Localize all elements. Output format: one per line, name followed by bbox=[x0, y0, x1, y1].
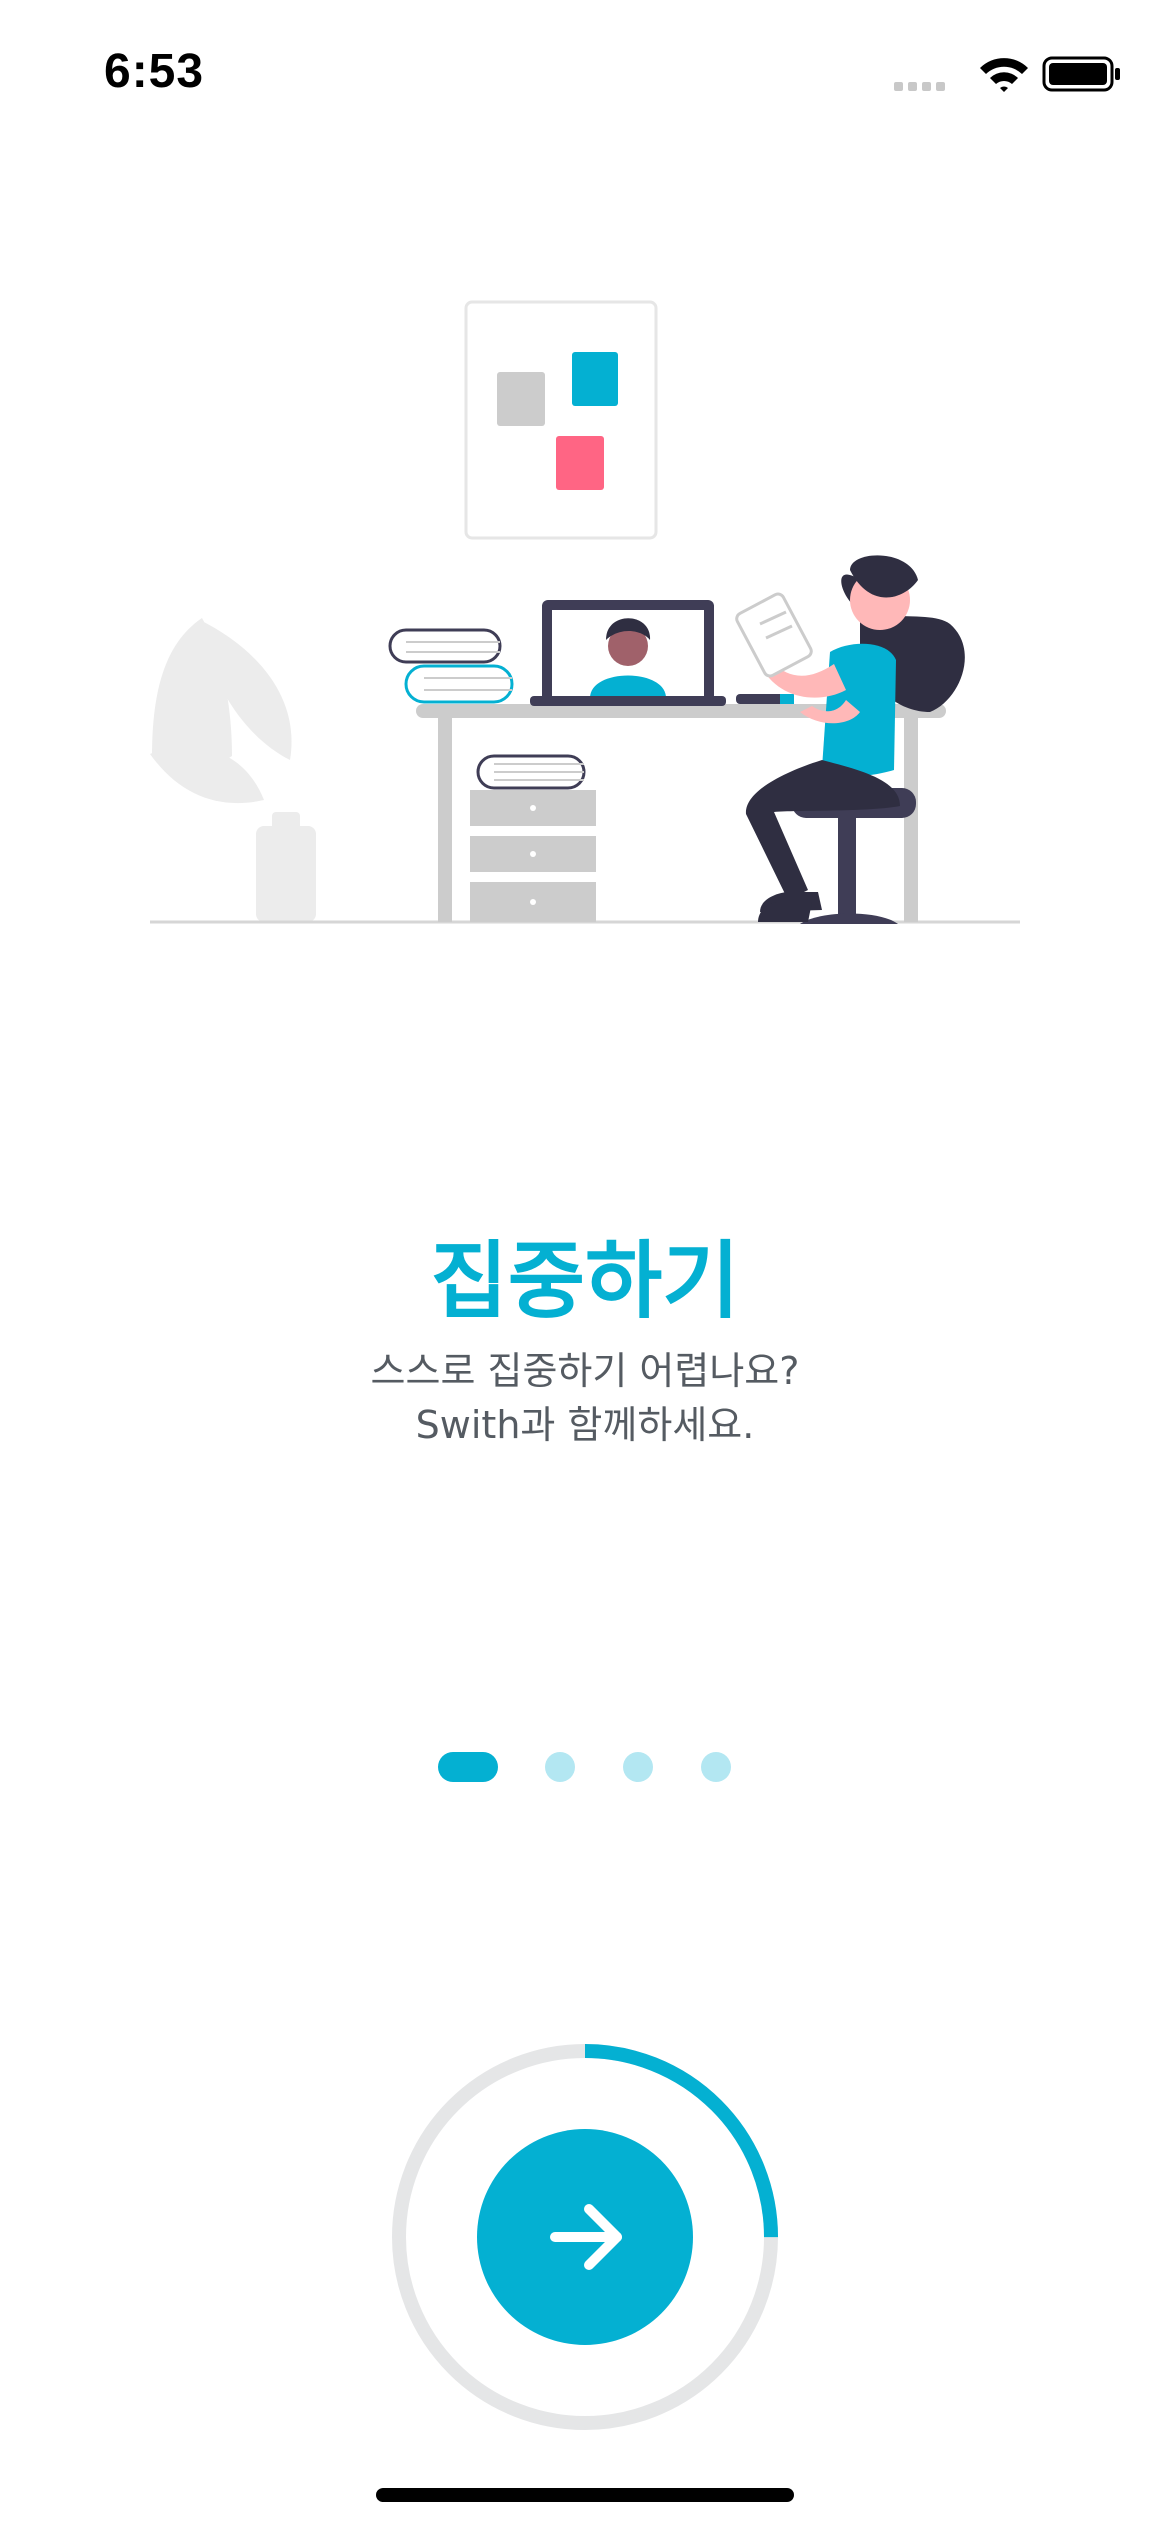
next-button-container bbox=[390, 2042, 780, 2432]
page-dot-3[interactable] bbox=[623, 1752, 653, 1782]
page-dot-1-active[interactable] bbox=[438, 1752, 498, 1782]
laptop bbox=[530, 600, 726, 706]
page-dot-2[interactable] bbox=[545, 1752, 575, 1782]
page-indicator bbox=[0, 1752, 1170, 1786]
desk-illustration bbox=[150, 300, 1020, 924]
next-button[interactable] bbox=[477, 2129, 693, 2345]
books-drawer bbox=[476, 754, 586, 790]
plant bbox=[150, 618, 316, 922]
arrow-right-icon bbox=[550, 2204, 622, 2270]
page-dot-4[interactable] bbox=[701, 1752, 731, 1782]
wall-frame bbox=[464, 300, 658, 540]
books-desk bbox=[388, 628, 514, 704]
onboarding-subtitle-line1: 스스로 집중하기 어렵나요? bbox=[370, 1349, 800, 1393]
home-indicator[interactable] bbox=[376, 2488, 794, 2502]
onboarding-subtitle-line2: Swith과 함께하세요. bbox=[415, 1403, 755, 1447]
onboarding-title: 집중하기 bbox=[430, 1232, 740, 1330]
